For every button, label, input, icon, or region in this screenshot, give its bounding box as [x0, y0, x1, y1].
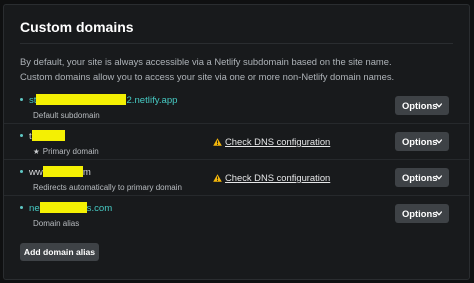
domain-subtitle: Default subdomain	[33, 111, 100, 120]
options-label: Options	[402, 172, 438, 183]
redaction-mark	[31, 129, 65, 141]
domain-row-redirect: ww m Redirects automatically to primary d…	[4, 160, 469, 196]
domain-name[interactable]: st 2.netlify.app	[20, 93, 178, 108]
options-button[interactable]: Options	[395, 132, 449, 151]
chevron-down-icon	[436, 175, 442, 180]
domain-name-suffix: s.com	[86, 203, 113, 214]
domain-row-default-subdomain: st 2.netlify.app Default subdomain Option…	[4, 88, 469, 124]
chevron-down-icon	[436, 211, 442, 216]
options-label: Options	[402, 136, 438, 147]
card-title: Custom domains	[20, 19, 134, 35]
domain-name-prefix: st	[29, 95, 37, 106]
dns-check: Check DNS configuration	[213, 171, 330, 184]
check-dns-link[interactable]: Check DNS configuration	[225, 172, 330, 183]
bullet-icon	[20, 205, 23, 209]
options-button[interactable]: Options	[395, 168, 449, 187]
domain-name[interactable]: ne s.com	[20, 201, 113, 216]
star-icon: ★	[33, 147, 40, 156]
domain-name[interactable]: t	[20, 129, 65, 144]
domain-name-prefix: ww	[29, 167, 43, 178]
domain-subtitle: Domain alias	[33, 219, 80, 228]
domain-subtitle-text: Primary domain	[42, 147, 99, 156]
dns-check: Check DNS configuration	[213, 135, 330, 148]
add-domain-alias-button[interactable]: Add domain alias	[20, 243, 99, 261]
domain-name-suffix: 2.netlify.app	[126, 95, 178, 106]
domain-name-suffix: m	[82, 167, 91, 178]
bullet-icon	[20, 133, 23, 137]
domain-name-prefix: ne	[29, 203, 40, 214]
card-description: By default, your site is always accessib…	[20, 54, 460, 84]
redaction-mark	[36, 93, 127, 105]
check-dns-link[interactable]: Check DNS configuration	[225, 136, 330, 147]
warning-icon	[213, 137, 222, 146]
title-divider	[20, 43, 453, 44]
bullet-icon	[20, 97, 23, 101]
options-label: Options	[402, 100, 438, 111]
options-label: Options	[402, 208, 438, 219]
custom-domains-card: Custom domains By default, your site is …	[3, 4, 470, 280]
domain-subtitle: Redirects automatically to primary domai…	[33, 183, 182, 192]
options-button[interactable]: Options	[395, 96, 449, 115]
bullet-icon	[20, 169, 23, 173]
domain-row-primary: t ★ Primary domain Check DNS configuratio…	[4, 124, 469, 160]
domain-list: st 2.netlify.app Default subdomain Option…	[4, 88, 469, 232]
chevron-down-icon	[436, 103, 442, 108]
redaction-mark	[39, 201, 87, 213]
redaction-mark	[42, 165, 83, 177]
description-line-2: Custom domains allow you to access your …	[20, 71, 395, 82]
chevron-down-icon	[436, 139, 442, 144]
warning-icon	[213, 173, 222, 182]
domain-row-alias: ne s.com Domain alias Options	[4, 196, 469, 232]
domain-subtitle: ★ Primary domain	[33, 146, 99, 157]
description-line-1: By default, your site is always accessib…	[20, 56, 392, 67]
options-button[interactable]: Options	[395, 204, 449, 223]
domain-name[interactable]: ww m	[20, 165, 91, 180]
